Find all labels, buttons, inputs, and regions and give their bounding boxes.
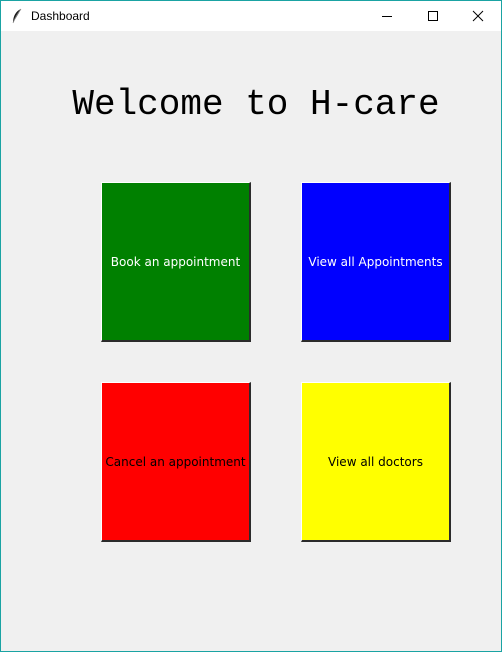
view-doctors-label: View all doctors bbox=[328, 454, 423, 469]
app-window: Dashboard Welcome to H-care Book an appo… bbox=[0, 0, 502, 652]
view-doctors-button[interactable]: View all doctors bbox=[301, 382, 451, 542]
maximize-icon bbox=[428, 11, 438, 21]
close-button[interactable] bbox=[455, 1, 501, 31]
view-appointments-button[interactable]: View all Appointments bbox=[301, 182, 451, 342]
feather-icon bbox=[11, 8, 23, 24]
book-appointment-button[interactable]: Book an appointment bbox=[101, 182, 251, 342]
minimize-icon bbox=[382, 16, 392, 17]
close-icon bbox=[472, 10, 484, 22]
title-bar[interactable]: Dashboard bbox=[1, 1, 501, 31]
minimize-button[interactable] bbox=[364, 1, 410, 31]
window-title: Dashboard bbox=[31, 9, 90, 23]
page-title: Welcome to H-care bbox=[72, 84, 440, 125]
view-appointments-label: View all Appointments bbox=[308, 254, 443, 269]
cancel-appointment-label: Cancel an appointment bbox=[105, 454, 246, 469]
book-appointment-label: Book an appointment bbox=[110, 254, 241, 269]
cancel-appointment-button[interactable]: Cancel an appointment bbox=[101, 382, 251, 542]
maximize-button[interactable] bbox=[410, 1, 456, 31]
